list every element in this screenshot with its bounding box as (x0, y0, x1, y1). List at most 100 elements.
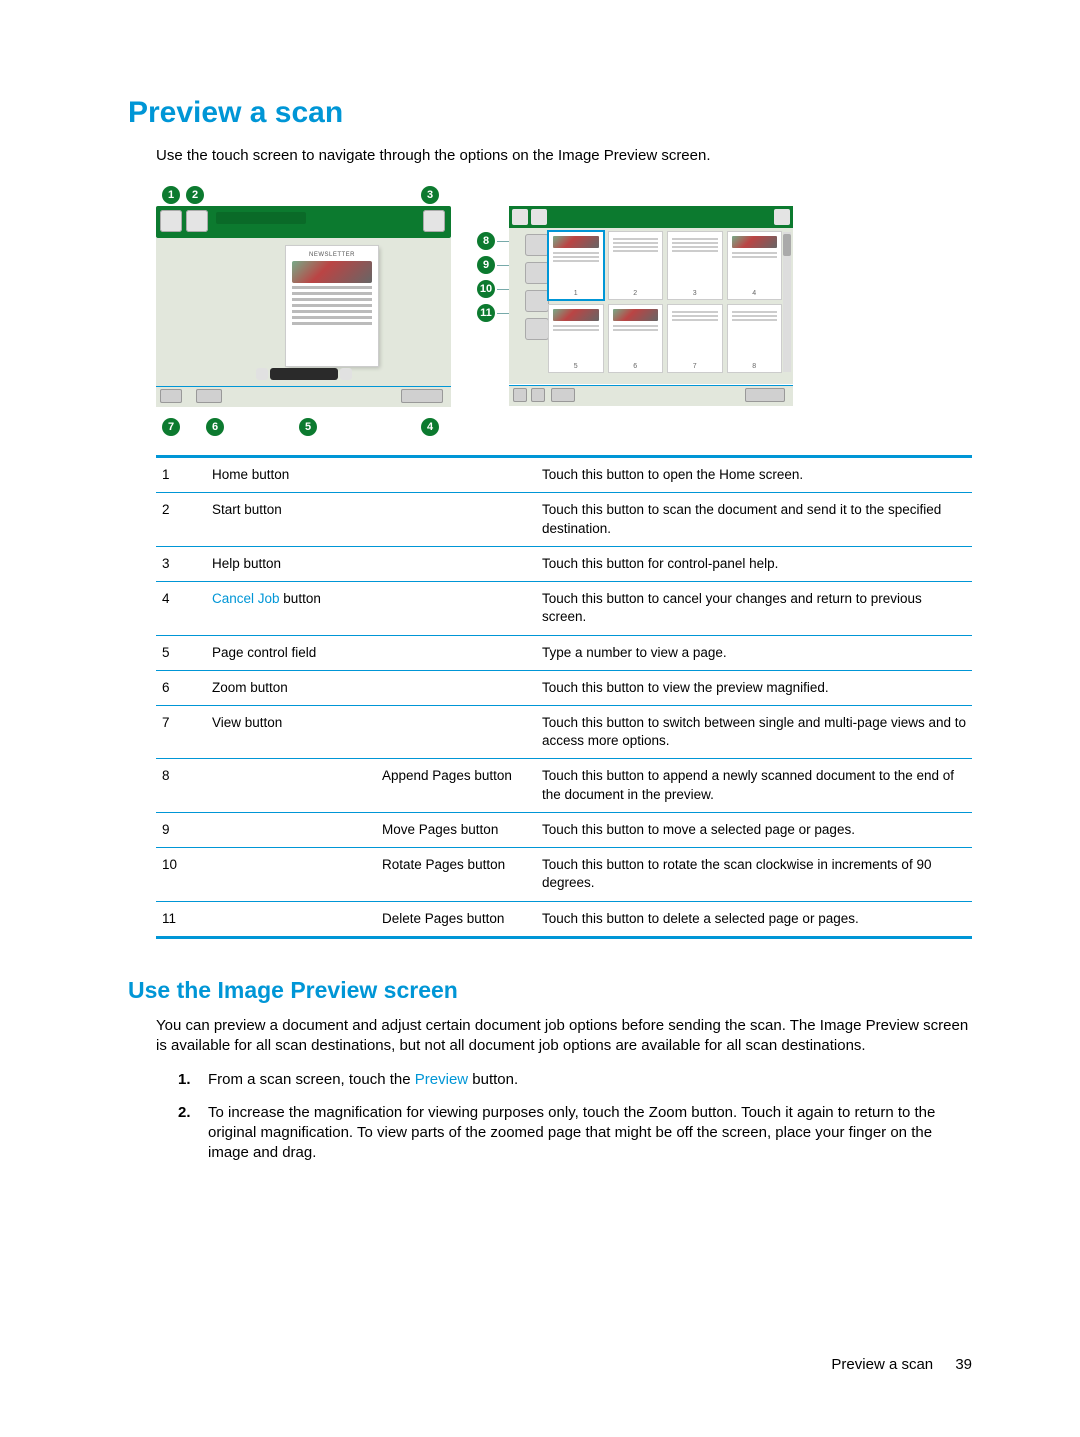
page-footer: Preview a scan 39 (831, 1356, 972, 1373)
row-label-b: Delete Pages button (382, 910, 542, 928)
callout-7: 7 (162, 418, 180, 436)
callout-3: 3 (421, 186, 439, 204)
footer-section-name: Preview a scan (831, 1356, 933, 1373)
row-label-a (212, 821, 382, 839)
callout-6: 6 (206, 418, 224, 436)
table-row: 7View button Touch this button to switch … (156, 706, 972, 759)
step-item: From a scan screen, touch the Preview bu… (178, 1070, 972, 1090)
row-label-b: Append Pages button (382, 767, 542, 803)
table-row: 8 Append Pages buttonTouch this button to… (156, 759, 972, 812)
move-pages-button[interactable] (525, 262, 549, 284)
row-description: Touch this button to open the Home scree… (542, 466, 966, 484)
table-row: 5Page control field Type a number to view… (156, 636, 972, 671)
home-button-2[interactable] (512, 209, 528, 225)
cancel-job-button-2[interactable] (745, 388, 785, 402)
thumbnail-grid: 1 2 3 4 5 6 7 8 (549, 232, 781, 372)
table-row: 9 Move Pages buttonTouch this button to m… (156, 813, 972, 848)
row-description: Touch this button to move a selected pag… (542, 821, 966, 839)
newsletter-heading: NEWSLETTER (292, 252, 372, 258)
start-button-2[interactable] (531, 209, 547, 225)
delete-pages-button[interactable] (525, 318, 549, 340)
row-number: 8 (162, 767, 212, 803)
row-number: 1 (162, 466, 212, 484)
help-button[interactable] (423, 210, 445, 232)
view-button[interactable] (160, 389, 182, 403)
row-description: Touch this button to scan the document a… (542, 501, 966, 537)
row-description: Type a number to view a page. (542, 644, 966, 662)
view-button-multi[interactable] (531, 388, 545, 402)
table-row: 4Cancel Job button Touch this button to c… (156, 582, 972, 635)
row-label-a: Zoom button (212, 679, 382, 697)
row-number: 11 (162, 910, 212, 928)
zoom-button[interactable] (196, 389, 222, 403)
thumbnail-page[interactable]: 4 (728, 232, 782, 299)
preview-canvas: NEWSLETTER (156, 238, 451, 386)
preview-title-bar (156, 206, 451, 238)
row-label-a: Help button (212, 555, 382, 573)
row-label-a: View button (212, 714, 382, 750)
home-button[interactable] (160, 210, 182, 232)
side-tool-strip (515, 234, 545, 340)
row-label-a: Page control field (212, 644, 382, 662)
callout-9: 9 (477, 256, 495, 274)
preview-title-bar-2 (509, 206, 793, 228)
row-label-b (382, 714, 542, 750)
table-row: 6Zoom buttonTouch this button to view th… (156, 671, 972, 706)
view-button-single[interactable] (513, 388, 527, 402)
rotate-pages-button[interactable] (525, 290, 549, 312)
row-label-b: Rotate Pages button (382, 856, 542, 892)
preview-document[interactable]: NEWSLETTER (286, 246, 378, 366)
row-description: Touch this button to view the preview ma… (542, 679, 966, 697)
row-label-a: Cancel Job button (212, 590, 382, 626)
row-number: 4 (162, 590, 212, 626)
row-description: Touch this button to delete a selected p… (542, 910, 966, 928)
row-label-b (382, 501, 542, 537)
row-number: 7 (162, 714, 212, 750)
row-label-b (382, 679, 542, 697)
thumbnail-page[interactable]: 2 (609, 232, 663, 299)
start-button[interactable] (186, 210, 208, 232)
callout-11: 11 (477, 304, 495, 322)
callout-4: 4 (421, 418, 439, 436)
row-label-b (382, 644, 542, 662)
help-button-2[interactable] (774, 209, 790, 225)
thumbnail-page[interactable]: 6 (609, 305, 663, 372)
row-number: 2 (162, 501, 212, 537)
row-number: 5 (162, 644, 212, 662)
row-label-a (212, 767, 382, 803)
row-description: Touch this button to cancel your changes… (542, 590, 966, 626)
zoom-button-2[interactable] (551, 388, 575, 402)
page-title: Preview a scan (128, 96, 972, 130)
row-label-a: Home button (212, 466, 382, 484)
cancel-job-button[interactable] (401, 389, 443, 403)
callout-2: 2 (186, 186, 204, 204)
thumbnail-page[interactable]: 8 (728, 305, 782, 372)
row-number: 9 (162, 821, 212, 839)
row-description: Touch this button for control-panel help… (542, 555, 966, 573)
table-row: 2Start button Touch this button to scan t… (156, 493, 972, 546)
row-description: Touch this button to switch between sing… (542, 714, 966, 750)
append-pages-button[interactable] (525, 234, 549, 256)
step-item: To increase the magnification for viewin… (178, 1103, 972, 1164)
table-row: 11 Delete Pages buttonTouch this button t… (156, 902, 972, 936)
row-description: Touch this button to append a newly scan… (542, 767, 966, 803)
thumbnail-page[interactable]: 3 (668, 232, 722, 299)
page-control-field[interactable] (270, 368, 338, 380)
thumbnail-page[interactable]: 5 (549, 305, 603, 372)
row-number: 3 (162, 555, 212, 573)
row-label-b: Move Pages button (382, 821, 542, 839)
figure-area: 1 2 3 NEWSLETTER (156, 186, 972, 441)
table-row: 3Help button Touch this button for contro… (156, 547, 972, 582)
title-bar-label (216, 212, 306, 224)
thumbnail-page[interactable]: 7 (668, 305, 722, 372)
preview-bottom-bar-2 (509, 385, 793, 406)
thumbnail-page[interactable]: 1 (549, 232, 603, 299)
use-paragraph: You can preview a document and adjust ce… (156, 1016, 972, 1057)
row-description: Touch this button to rotate the scan clo… (542, 856, 966, 892)
steps-list: From a scan screen, touch the Preview bu… (178, 1070, 972, 1163)
diagram-single-page: 1 2 3 NEWSLETTER (156, 186, 451, 441)
row-label-b (382, 590, 542, 626)
row-label-a: Start button (212, 501, 382, 537)
thumbnail-scrollbar[interactable] (783, 232, 791, 372)
diagram-multi-page: 8 9 10 11 (471, 206, 793, 406)
